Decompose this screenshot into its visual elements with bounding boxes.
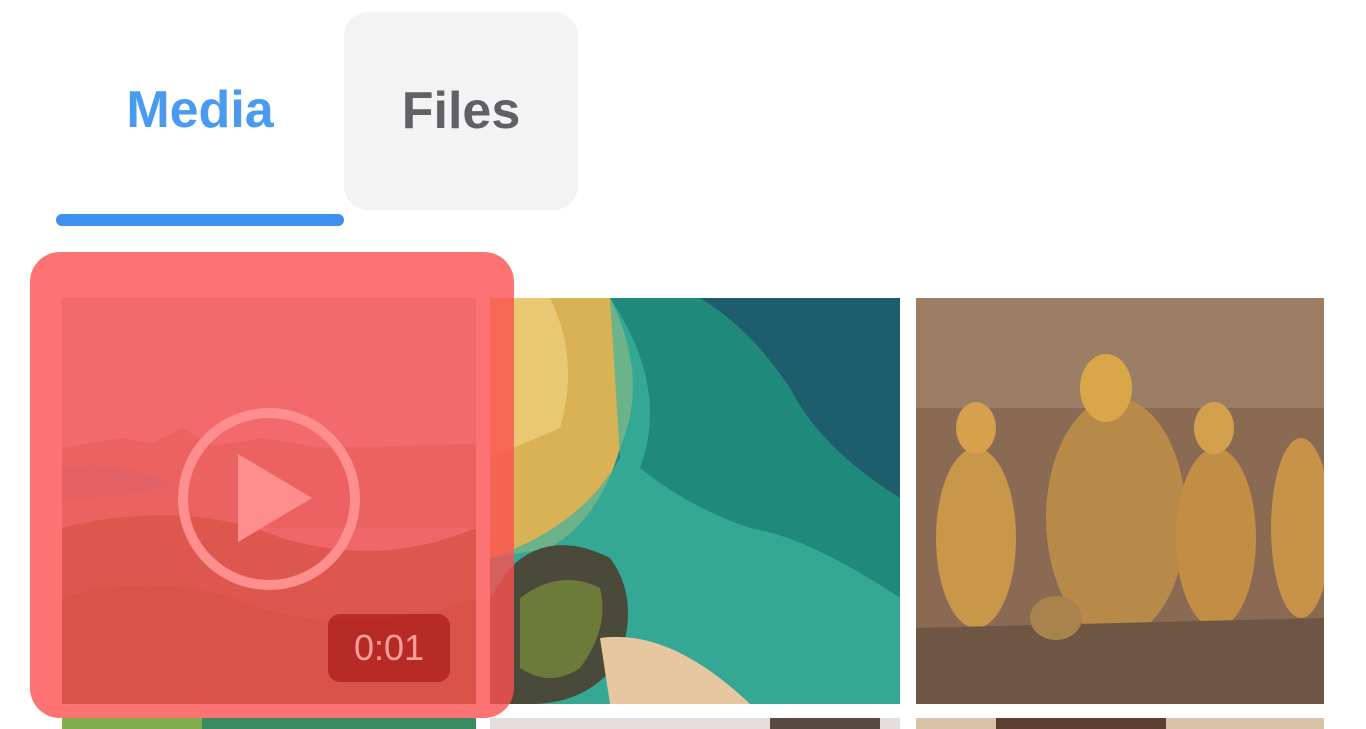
image-thumbnail xyxy=(916,718,1324,729)
image-thumbnail xyxy=(916,298,1324,704)
image-thumbnail xyxy=(62,718,476,729)
tab-files-label: Files xyxy=(401,82,521,140)
chat-media-panel: Media Files 0:01 xyxy=(0,0,1366,729)
tab-files[interactable]: Files xyxy=(344,12,578,210)
tab-media-label: Media xyxy=(126,81,274,139)
play-triangle-icon xyxy=(238,454,312,542)
media-item-image[interactable] xyxy=(490,718,900,729)
tab-media[interactable]: Media xyxy=(56,40,344,180)
tab-active-indicator xyxy=(56,214,344,226)
media-item-image[interactable] xyxy=(490,298,900,704)
image-thumbnail xyxy=(490,718,900,729)
media-item-image[interactable] xyxy=(916,718,1324,729)
media-item-image[interactable] xyxy=(916,298,1324,704)
video-duration-badge: 0:01 xyxy=(328,614,450,682)
video-duration: 0:01 xyxy=(353,627,425,668)
media-item-image[interactable] xyxy=(62,718,476,729)
image-thumbnail xyxy=(490,298,900,704)
